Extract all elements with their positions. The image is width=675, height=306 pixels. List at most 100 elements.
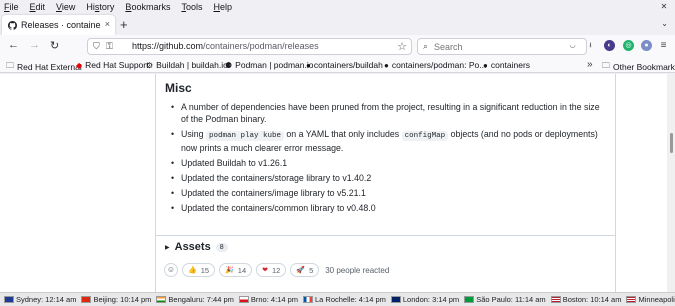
list-item: Updated the containers/common library to…: [165, 202, 605, 214]
usa-flag-icon: [550, 296, 561, 303]
divider: [156, 235, 615, 236]
assets-toggle[interactable]: ▶ Assets 8: [165, 241, 228, 253]
menu-view[interactable]: View: [56, 2, 75, 12]
bookmark-containers[interactable]: ● containers: [483, 60, 530, 70]
tab-strip: Releases · containers/podman × + ⌄: [0, 14, 675, 35]
list-item: Updated the containers/image library to …: [165, 187, 605, 199]
clock-bengaluru: Bengaluru: 7:44 pm: [156, 295, 234, 304]
assets-count-badge: 8: [215, 242, 228, 252]
other-bookmarks[interactable]: 🗀 Other Bookmarks: [602, 60, 675, 74]
bookmark-red-hat-support[interactable]: ◆ Red Hat Support: [76, 60, 148, 70]
tracking-protection-icon[interactable]: ⛉: [93, 41, 100, 52]
thumbs-up-icon: 👍: [188, 267, 197, 274]
github-icon: [8, 20, 17, 30]
folder-icon: 🗀: [602, 61, 610, 70]
caret-right-icon: ▶: [165, 244, 170, 251]
site-info-icon[interactable]: ⚿: [106, 41, 113, 52]
clock-sao-paulo: São Paulo: 11:14 am: [464, 295, 546, 304]
bookmarks-toolbar: 🗀 Red Hat External ◆ Red Hat Support ⚙ Buil…: [0, 58, 675, 73]
page-scrollbar[interactable]: [667, 74, 675, 292]
back-icon[interactable]: ←: [8, 39, 19, 51]
redhat-icon: ◆: [76, 60, 83, 70]
extension-icon[interactable]: ◐: [604, 40, 615, 51]
bookmark-buildah[interactable]: ⚙ Buildah | buildah.io: [146, 60, 228, 70]
list-all-tabs-icon[interactable]: ⌄: [661, 19, 668, 28]
australia-flag-icon: [4, 296, 14, 303]
reaction-summary: 30 people reacted: [325, 265, 390, 275]
menu-help[interactable]: Help: [213, 2, 232, 12]
list-item: Updated Buildah to v1.26.1: [165, 157, 605, 169]
uk-flag-icon: [390, 296, 401, 303]
page-content: Misc A number of dependencies have been …: [0, 74, 667, 292]
bookmark-containers-podman[interactable]: ● containers/podman: Po...: [384, 60, 486, 70]
assets-label: Assets: [174, 241, 211, 253]
app-menu-icon[interactable]: ≡: [658, 40, 669, 51]
search-input[interactable]: [434, 40, 574, 53]
new-tab-button[interactable]: +: [120, 17, 128, 32]
search-box[interactable]: ⌕: [417, 38, 587, 55]
china-flag-icon: [81, 296, 92, 303]
heart-icon: ❤: [262, 267, 268, 274]
menu-edit[interactable]: Edit: [30, 2, 46, 12]
bookmark-red-hat-external[interactable]: 🗀 Red Hat External: [6, 60, 82, 74]
pocket-icon[interactable]: ◡: [567, 40, 578, 51]
list-item: Using podman play kube on a YAML that on…: [165, 128, 605, 154]
india-flag-icon: [156, 296, 167, 303]
code-configmap: configMap: [401, 131, 449, 141]
code-play-kube: podman play kube: [205, 131, 284, 141]
reaction-hooray[interactable]: 🎉 14: [219, 263, 253, 277]
bookmark-star-icon[interactable]: ☆: [397, 40, 407, 53]
clock-brno: Brno: 4:14 pm: [238, 295, 298, 304]
tab-releases[interactable]: Releases · containers/podman ×: [2, 15, 115, 35]
release-card: Misc A number of dependencies have been …: [155, 74, 616, 292]
section-heading-misc: Misc: [165, 81, 192, 95]
rocket-icon: 🚀: [296, 267, 306, 274]
menu-tools[interactable]: Tools: [181, 2, 202, 12]
reload-icon[interactable]: ↻: [50, 39, 59, 52]
list-item: Updated the containers/storage library t…: [165, 172, 605, 184]
reaction-heart[interactable]: ❤ 12: [256, 263, 287, 277]
bookmark-containers-buildah[interactable]: ● containers/buildah: [306, 60, 383, 70]
navigation-toolbar: ← → ↻ ⛉ ⚿ https://github.com/containers/…: [0, 35, 675, 58]
url-bar[interactable]: ⛉ ⚿ https://github.com/containers/podman…: [87, 38, 412, 55]
search-icon: ⌕: [423, 41, 429, 51]
hooray-icon: 🎉: [225, 267, 234, 274]
url-text[interactable]: https://github.com/containers/podman/rel…: [132, 41, 319, 51]
github-icon: ●: [384, 60, 389, 70]
folder-icon: 🗀: [6, 61, 14, 70]
tab-close-icon[interactable]: ×: [105, 19, 110, 29]
usa-flag-icon: [626, 296, 637, 303]
clock-la-rochelle: La Rochelle: 4:14 pm: [303, 295, 386, 304]
window-close-icon[interactable]: ✕: [659, 2, 669, 12]
clock-minneapolis: Minneapolis: 9:14 am: [626, 295, 675, 304]
clock-boston: Boston: 10:14 am: [550, 295, 621, 304]
bookmarks-overflow-icon[interactable]: »: [587, 59, 593, 70]
menu-file[interactable]: File: [4, 2, 19, 12]
list-item: A number of dependencies have been prune…: [165, 101, 605, 125]
bookmark-podman[interactable]: ⚉ Podman | podman.io: [225, 60, 313, 70]
podman-icon: ⚉: [225, 60, 233, 70]
scrollbar-thumb[interactable]: [670, 133, 673, 153]
clock-london: London: 3:14 pm: [390, 295, 459, 304]
reaction-thumbs-up[interactable]: 👍 15: [182, 263, 216, 277]
tab-title: Releases · containers/podman: [21, 20, 101, 30]
reaction-rocket[interactable]: 🚀 5: [290, 263, 320, 277]
downloads-icon[interactable]: ⭳: [585, 40, 596, 51]
github-icon: ●: [306, 60, 311, 70]
brazil-flag-icon: [464, 296, 475, 303]
clock-sydney: Sydney: 12:14 am: [4, 295, 76, 304]
czech-flag-icon: [238, 296, 249, 303]
release-notes-list: A number of dependencies have been prune…: [165, 101, 605, 217]
extension-green-icon[interactable]: ◎: [623, 40, 634, 51]
france-flag-icon: [303, 296, 313, 303]
menu-bookmarks[interactable]: Bookmarks: [125, 2, 170, 12]
forward-icon[interactable]: →: [29, 39, 40, 51]
github-icon: ●: [483, 60, 488, 70]
buildah-icon: ⚙: [146, 60, 154, 70]
extension-blue-icon[interactable]: ●: [641, 40, 652, 51]
reactions-bar: ☺ 👍 15 🎉 14 ❤ 12 🚀 5 30 people reacted: [164, 263, 389, 277]
menu-bar: File Edit View History Bookmarks Tools H…: [0, 0, 675, 14]
world-clock-bar: Sydney: 12:14 am Beijing: 10:14 pm Benga…: [0, 292, 675, 306]
menu-history[interactable]: History: [86, 2, 114, 12]
add-reaction-smiley-icon[interactable]: ☺: [164, 263, 178, 277]
